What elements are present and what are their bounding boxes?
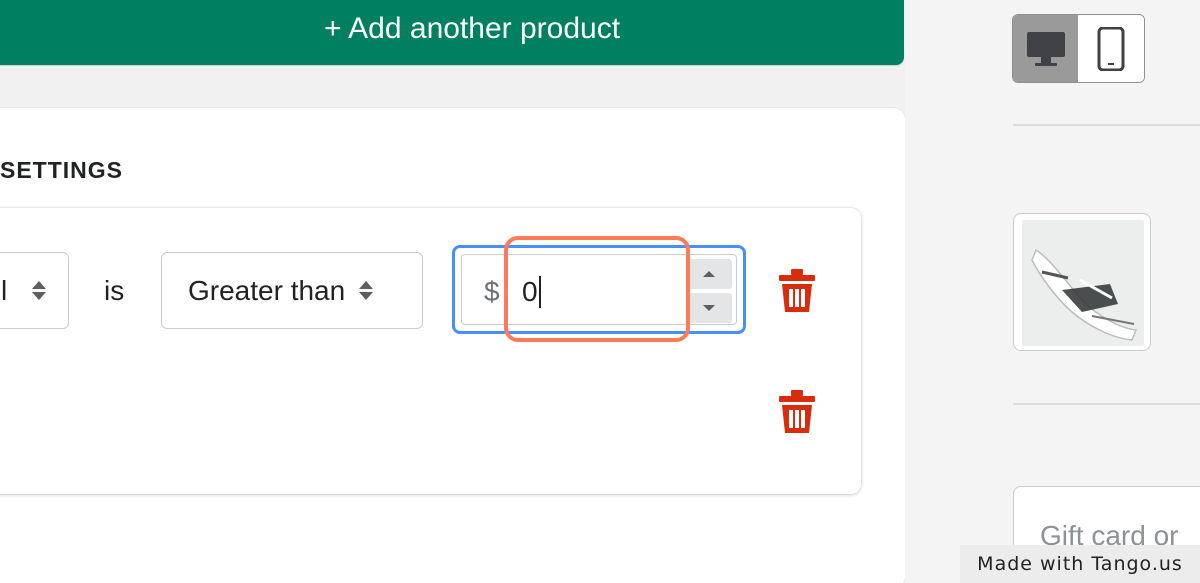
caret-up-icon	[703, 271, 715, 277]
divider	[1013, 403, 1200, 405]
select-arrows-icon	[32, 281, 46, 300]
delete-condition-button[interactable]	[777, 268, 817, 314]
trash-icon	[779, 390, 815, 433]
operator-select[interactable]: Greater than	[161, 252, 423, 329]
mobile-icon	[1097, 26, 1125, 71]
delete-group-button[interactable]	[777, 389, 817, 435]
amount-input[interactable]	[522, 272, 672, 312]
caret-down-icon	[703, 305, 715, 311]
add-another-product-button[interactable]: + Add another product	[0, 0, 904, 65]
decrement-button[interactable]	[686, 293, 732, 323]
desktop-view-button[interactable]	[1013, 15, 1078, 82]
desktop-icon	[1026, 31, 1065, 66]
divider	[1013, 124, 1200, 126]
select-arrows-icon	[359, 281, 374, 300]
settings-title: SETTINGS	[0, 157, 124, 183]
increment-button[interactable]	[686, 259, 732, 289]
tango-watermark: Made with Tango.us	[960, 545, 1200, 583]
condition-connector-label: is	[104, 275, 125, 306]
field-select[interactable]: l	[0, 252, 69, 329]
mobile-view-button[interactable]	[1078, 15, 1144, 82]
sneaker-image	[1022, 220, 1144, 346]
product-thumbnail[interactable]	[1013, 213, 1151, 351]
currency-prefix: $	[484, 276, 500, 307]
operator-select-value: Greater than	[188, 274, 346, 306]
text-caret	[539, 276, 541, 308]
field-select-value: l	[1, 274, 8, 306]
device-view-toggle	[1012, 14, 1145, 83]
trash-icon	[779, 269, 815, 312]
